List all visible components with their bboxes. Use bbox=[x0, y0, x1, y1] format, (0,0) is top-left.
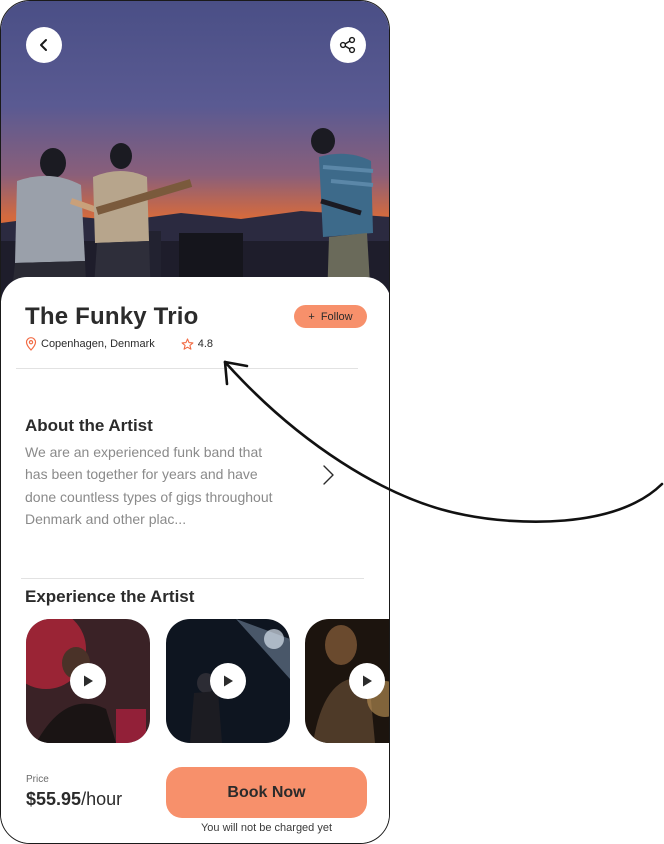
play-icon bbox=[224, 675, 233, 687]
play-button[interactable] bbox=[210, 663, 246, 699]
price-unit: /hour bbox=[81, 789, 123, 809]
price-label: Price bbox=[26, 774, 49, 785]
video-thumbnail-2[interactable] bbox=[166, 619, 290, 743]
follow-label: Follow bbox=[320, 310, 353, 323]
video-thumbnail-1[interactable] bbox=[26, 619, 150, 743]
play-button[interactable] bbox=[70, 663, 106, 699]
back-button[interactable] bbox=[26, 27, 62, 63]
map-pin-icon bbox=[25, 337, 37, 351]
location: Copenhagen, Denmark bbox=[25, 337, 155, 351]
share-button[interactable] bbox=[330, 27, 366, 63]
price: $55.95/hour bbox=[26, 789, 122, 810]
play-icon bbox=[84, 675, 93, 687]
location-text: Copenhagen, Denmark bbox=[41, 338, 155, 350]
rating: 4.8 bbox=[181, 337, 214, 351]
artist-meta: Copenhagen, Denmark 4.8 bbox=[25, 337, 213, 351]
annotation-arrow bbox=[223, 360, 664, 523]
star-icon bbox=[181, 337, 194, 350]
experience-heading: Experience the Artist bbox=[25, 587, 195, 606]
follow-plus: + bbox=[308, 310, 315, 323]
rating-value: 4.8 bbox=[197, 338, 214, 350]
charge-note: You will not be charged yet bbox=[200, 822, 333, 834]
about-heading: About the Artist bbox=[25, 416, 153, 435]
price-amount: $55.95 bbox=[26, 789, 82, 809]
book-now-button[interactable]: Book Now bbox=[166, 767, 367, 818]
chevron-left-icon bbox=[40, 39, 47, 51]
video-carousel[interactable] bbox=[26, 619, 389, 743]
divider-middle bbox=[21, 578, 364, 579]
share-icon bbox=[339, 36, 356, 54]
follow-button[interactable]: + Follow bbox=[294, 305, 367, 328]
play-button[interactable] bbox=[349, 663, 385, 699]
video-thumbnail-3[interactable] bbox=[305, 619, 389, 743]
play-icon bbox=[363, 675, 372, 687]
artist-name: The Funky Trio bbox=[25, 303, 199, 330]
